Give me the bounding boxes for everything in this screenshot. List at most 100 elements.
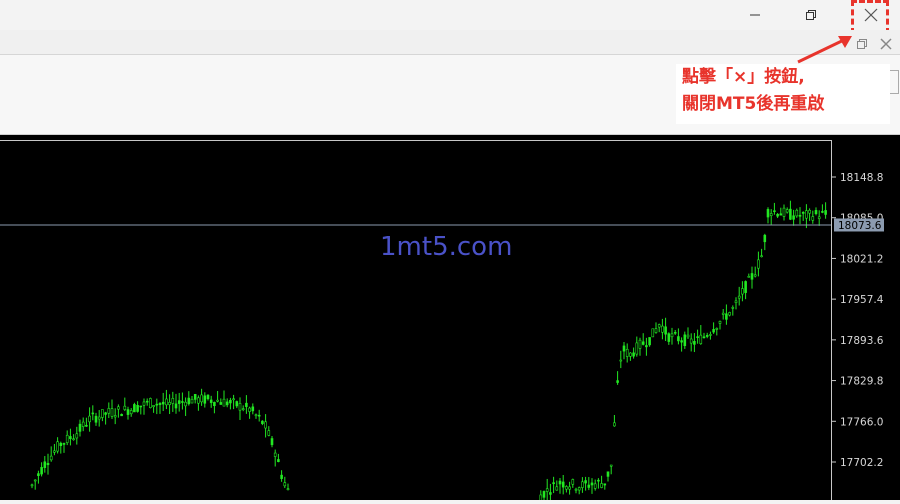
candle-body — [801, 211, 805, 214]
candle-body — [174, 403, 178, 409]
candle-body — [142, 401, 146, 406]
candle-body — [117, 406, 120, 410]
candle-body — [552, 482, 555, 485]
candle-body — [629, 352, 632, 357]
candle-body — [555, 486, 559, 491]
candle-body — [78, 423, 82, 432]
candle-body — [94, 415, 98, 423]
candle-body — [782, 207, 786, 217]
candle-body — [648, 337, 651, 346]
candle-body — [689, 338, 693, 344]
minimize-button[interactable] — [732, 0, 778, 30]
candle-body — [574, 488, 578, 491]
candle-body — [651, 328, 655, 338]
candle-body — [558, 480, 562, 485]
candle-body — [264, 421, 267, 429]
candle-body — [213, 401, 216, 407]
restore-button[interactable] — [788, 0, 834, 30]
candle-body — [696, 336, 699, 338]
annotation-box: 點擊「×」按鈕, 關閉MT5後再重啟 — [676, 64, 890, 124]
candle-body — [741, 288, 744, 295]
candle-body — [808, 209, 811, 214]
candle-body — [75, 433, 79, 439]
menu-bar — [0, 30, 900, 55]
candle-body — [184, 401, 187, 407]
candle-body — [171, 398, 175, 404]
candle-body — [645, 345, 648, 348]
candle-body — [232, 398, 235, 401]
candle-body — [273, 452, 277, 457]
candle-body — [625, 348, 629, 357]
candle-body — [603, 483, 607, 486]
candle-body — [785, 209, 789, 213]
candle-body — [277, 459, 280, 463]
candle-body — [731, 307, 735, 309]
candle-body — [542, 491, 546, 498]
price-chart[interactable]: 18148.818085.018021.217957.417893.617829… — [0, 135, 900, 501]
candle-body — [225, 401, 229, 406]
candle-body — [811, 216, 815, 221]
candle-body — [254, 414, 258, 417]
child-close-button[interactable] — [880, 35, 894, 50]
candle-body — [817, 216, 821, 219]
candle-body — [545, 488, 549, 492]
candle-body — [177, 400, 181, 404]
y-tick-label: 17766.0 — [840, 416, 883, 428]
candle-body — [664, 326, 667, 335]
candle-body — [744, 281, 747, 293]
candle-body — [757, 259, 760, 269]
candle-body — [97, 416, 101, 420]
candle-body — [597, 479, 600, 482]
candle-body — [821, 211, 824, 213]
candle-body — [728, 312, 731, 316]
candle-body — [104, 412, 107, 415]
candle-body — [699, 334, 703, 345]
candle-body — [715, 328, 719, 330]
close-button-highlight — [851, 0, 889, 34]
candle-body — [193, 394, 197, 400]
candle-body — [709, 334, 712, 336]
candle-body — [667, 333, 671, 342]
y-tick-label: 17829.8 — [840, 376, 883, 388]
candle-body — [657, 324, 661, 328]
candle-body — [549, 492, 552, 495]
candle-body — [683, 334, 687, 347]
candle-body — [85, 424, 88, 427]
candle-body — [561, 481, 565, 488]
current-price-label: 18073.6 — [834, 218, 884, 232]
candle-body — [158, 403, 162, 405]
candle-body — [209, 399, 213, 403]
candle-body — [779, 213, 783, 216]
candle-body — [270, 438, 274, 446]
candle-body — [40, 467, 43, 475]
candle-body — [190, 398, 194, 404]
candle-body — [622, 345, 626, 352]
candle-body — [638, 339, 642, 349]
candle-body — [702, 336, 706, 339]
candle-body — [49, 455, 53, 461]
candle-body — [565, 486, 568, 490]
candle-body — [734, 300, 738, 303]
candle-body — [216, 399, 219, 402]
y-tick-label: 17893.6 — [840, 335, 884, 347]
minimize-icon — [750, 14, 760, 16]
candle-body — [773, 210, 776, 213]
current-price-value: 18073.6 — [838, 220, 882, 232]
candle-body — [712, 329, 715, 333]
candle-body — [139, 405, 143, 408]
candle-body — [101, 409, 104, 418]
candle-body — [677, 336, 680, 342]
candle-body — [120, 414, 123, 417]
candle-body — [72, 438, 75, 441]
candle-body — [149, 398, 152, 408]
candle-body — [718, 320, 722, 324]
candle-body — [776, 213, 779, 217]
candle-body — [635, 342, 639, 355]
candle-body — [693, 341, 696, 345]
candle-body — [219, 402, 223, 405]
candle-body — [680, 340, 683, 343]
candle-body — [168, 402, 171, 405]
candle-body — [584, 480, 587, 484]
candle-body — [187, 397, 191, 405]
candle-body — [769, 213, 773, 216]
